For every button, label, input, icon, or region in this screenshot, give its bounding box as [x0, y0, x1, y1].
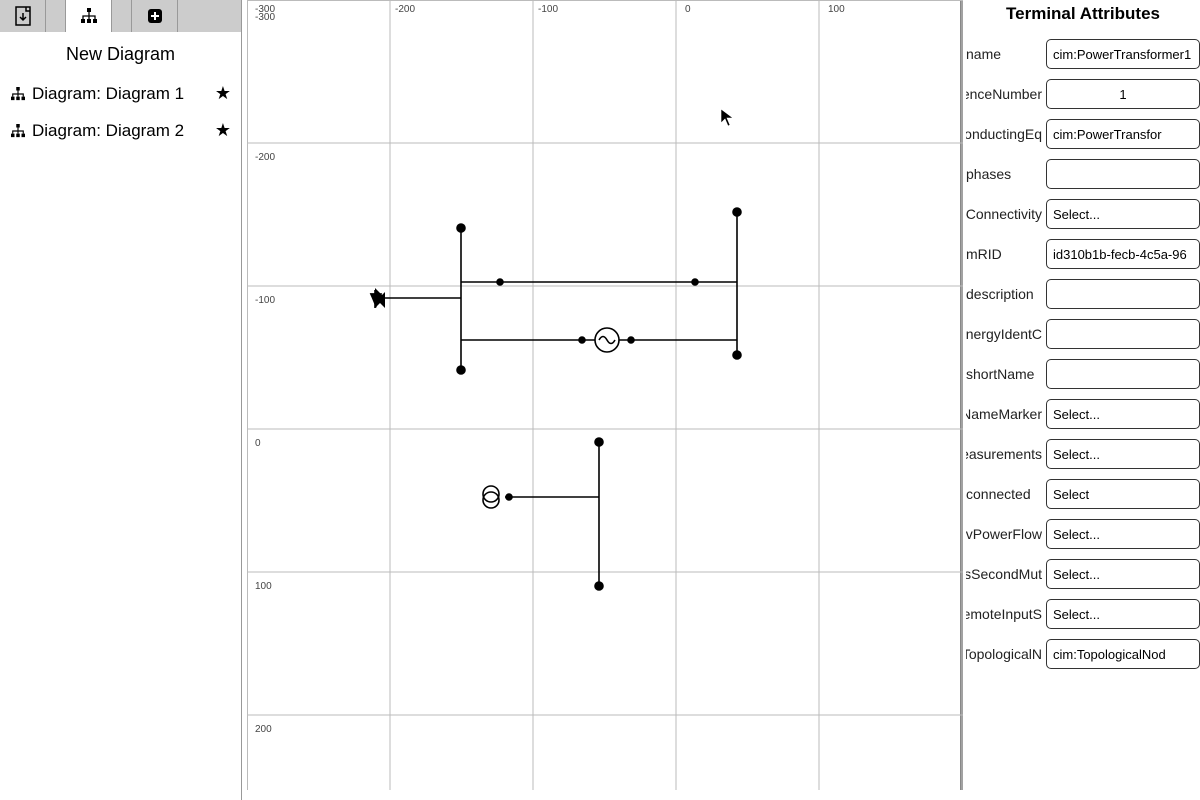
attribute-row: ConductingEq..	[966, 114, 1200, 154]
attribute-label: Measurements	[966, 446, 1046, 462]
attribute-label: Connectivity..	[966, 206, 1046, 222]
attribute-label: name	[966, 46, 1046, 62]
diagram-canvas[interactable]: -300 -200 -100 0 100 -300 -200 -100 0 10…	[247, 0, 963, 790]
attribute-label: connected	[966, 486, 1046, 502]
attribute-row: Measurements	[966, 434, 1200, 474]
attribute-input[interactable]	[1046, 159, 1200, 189]
attribute-label: energyIdentC..	[966, 326, 1046, 342]
tab-sitemap[interactable]	[66, 0, 112, 32]
attribute-label: RemoteInputS..	[966, 606, 1046, 622]
attribute-row: phases	[966, 154, 1200, 194]
diagram-label: Diagram: Diagram 1	[32, 84, 184, 104]
attribute-label: sequenceNumber	[966, 86, 1046, 102]
attribute-row: BusNameMarker	[966, 394, 1200, 434]
attribute-label: ConductingEq..	[966, 126, 1046, 142]
tab-bar	[0, 0, 241, 32]
attribute-row: connected	[966, 474, 1200, 514]
attribute-input[interactable]	[1046, 639, 1200, 669]
attribute-row: energyIdentC..	[966, 314, 1200, 354]
new-diagram-title: New Diagram	[0, 32, 241, 75]
diagram-row-2[interactable]: Diagram: Diagram 2 ★	[0, 112, 241, 149]
attribute-input[interactable]	[1046, 119, 1200, 149]
attribute-label: mRID	[966, 246, 1046, 262]
left-panel: New Diagram Diagram: Diagram 1 ★ Diagram…	[0, 0, 242, 800]
attribute-row: sequenceNumber	[966, 74, 1200, 114]
attribute-select[interactable]	[1046, 599, 1200, 629]
attribute-label: BusNameMarker	[966, 406, 1046, 422]
attribute-input[interactable]	[1046, 279, 1200, 309]
attribute-row: HasSecondMut..	[966, 554, 1200, 594]
star-icon[interactable]: ★	[215, 83, 231, 104]
diagram-label: Diagram: Diagram 2	[32, 121, 184, 141]
attribute-row: Connectivity..	[966, 194, 1200, 234]
attribute-select[interactable]	[1046, 479, 1200, 509]
attribute-select[interactable]	[1046, 519, 1200, 549]
attribute-input[interactable]	[1046, 79, 1200, 109]
attribute-row: TopologicalN..	[966, 634, 1200, 674]
tab-spacer-1	[46, 0, 66, 32]
tab-spacer-2	[112, 0, 132, 32]
attributes-panel: Terminal Attributes name sequenceNumber Co…	[966, 0, 1200, 790]
attribute-label: HasSecondMut..	[966, 566, 1046, 582]
attribute-input[interactable]	[1046, 359, 1200, 389]
attribute-input[interactable]	[1046, 39, 1200, 69]
attribute-input[interactable]	[1046, 319, 1200, 349]
attributes-title: Terminal Attributes	[966, 0, 1200, 34]
attribute-input[interactable]	[1046, 239, 1200, 269]
tree-icon	[10, 87, 26, 101]
attribute-label: TopologicalN..	[966, 646, 1046, 662]
attribute-select[interactable]	[1046, 199, 1200, 229]
star-icon[interactable]: ★	[215, 120, 231, 141]
plus-icon	[147, 8, 163, 24]
tab-add[interactable]	[132, 0, 178, 32]
attribute-row: name	[966, 34, 1200, 74]
attribute-label: description	[966, 286, 1046, 302]
tree-icon	[80, 8, 98, 24]
file-icon	[14, 6, 32, 26]
attribute-label: SvPowerFlow	[966, 526, 1046, 542]
tab-file[interactable]	[0, 0, 46, 32]
attribute-row: description	[966, 274, 1200, 314]
diagram-row-1[interactable]: Diagram: Diagram 1 ★	[0, 75, 241, 112]
attribute-select[interactable]	[1046, 439, 1200, 469]
tree-icon	[10, 124, 26, 138]
attribute-row: shortName	[966, 354, 1200, 394]
attribute-row: SvPowerFlow	[966, 514, 1200, 554]
attribute-label: phases	[966, 166, 1046, 182]
attribute-select[interactable]	[1046, 399, 1200, 429]
diagram-svg	[247, 0, 963, 790]
tab-spacer-end	[178, 0, 241, 32]
attribute-row: RemoteInputS..	[966, 594, 1200, 634]
attribute-label: shortName	[966, 366, 1046, 382]
attribute-row: mRID	[966, 234, 1200, 274]
attribute-select[interactable]	[1046, 559, 1200, 589]
